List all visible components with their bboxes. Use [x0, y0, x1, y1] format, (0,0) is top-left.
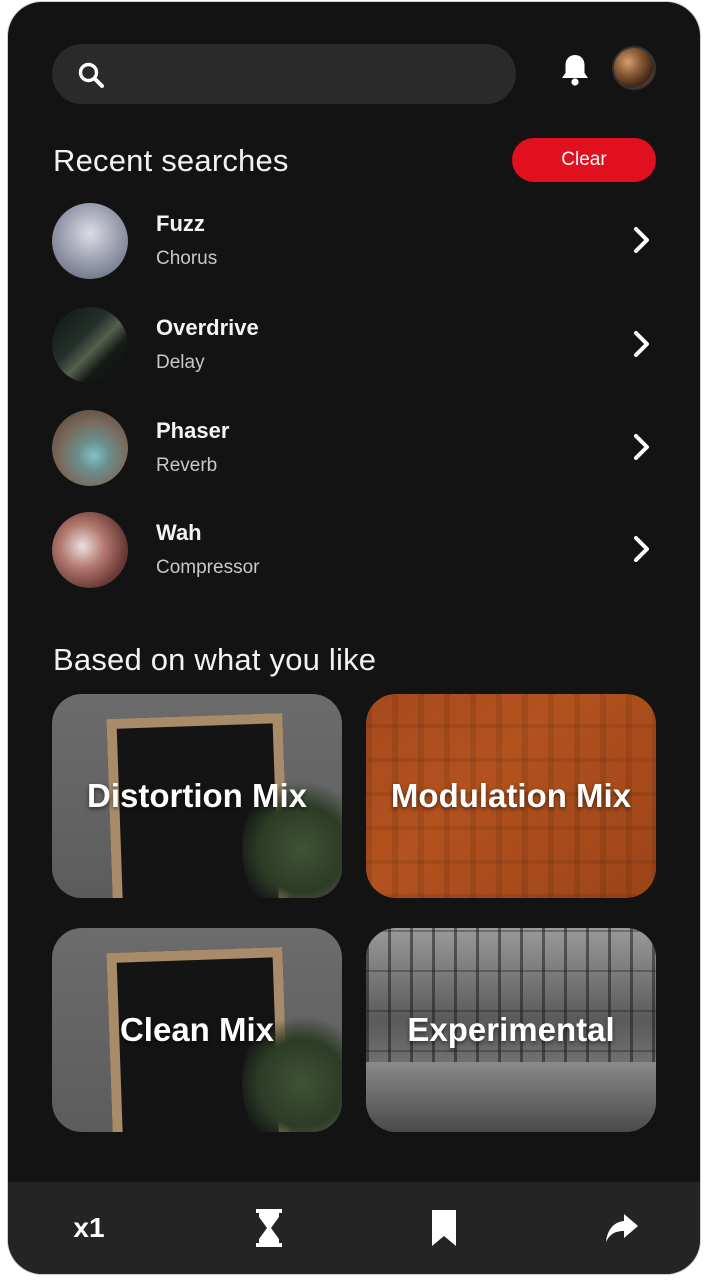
mix-card[interactable]: Distortion Mix	[52, 694, 342, 898]
mix-card-label: Experimental	[407, 1011, 615, 1048]
recent-item-subtitle: Chorus	[156, 248, 218, 269]
recent-item[interactable]: Phaser Reverb	[52, 410, 656, 486]
recent-searches-title: Recent searches	[53, 143, 289, 178]
recent-item-title: Phaser	[156, 418, 230, 443]
recent-thumbnail	[52, 203, 128, 279]
mix-card-label: Distortion Mix	[87, 777, 307, 814]
recent-item-title: Wah	[156, 520, 202, 545]
recent-item[interactable]: Fuzz Chorus	[52, 203, 656, 279]
mix-card-label: Clean Mix	[119, 1011, 275, 1048]
recent-item-subtitle: Reverb	[156, 455, 218, 476]
recent-thumbnail	[52, 410, 128, 486]
recent-item-title: Fuzz	[156, 211, 205, 236]
search-icon	[76, 60, 106, 90]
search-input[interactable]	[118, 44, 498, 104]
recent-thumbnail	[52, 307, 128, 383]
recent-item-subtitle: Compressor	[156, 557, 260, 578]
recent-item-subtitle: Delay	[156, 352, 205, 373]
search-bar[interactable]	[52, 44, 516, 104]
recent-item-title: Overdrive	[156, 315, 259, 340]
avatar[interactable]	[612, 46, 656, 90]
bottom-toolbar: x1	[8, 1182, 700, 1274]
chevron-right-icon[interactable]	[630, 432, 654, 462]
hourglass-icon[interactable]	[254, 1208, 284, 1248]
chevron-right-icon[interactable]	[630, 534, 654, 564]
mix-card[interactable]: Modulation Mix	[366, 694, 656, 898]
bell-icon[interactable]	[558, 52, 592, 88]
mix-card-label: Modulation Mix	[390, 777, 632, 814]
recent-thumbnail	[52, 512, 128, 588]
recent-item[interactable]: Overdrive Delay	[52, 307, 656, 383]
bookmark-icon[interactable]	[429, 1208, 459, 1248]
mix-card[interactable]: Experimental	[366, 928, 656, 1132]
app-screen: Recent searches Clear Fuzz Chorus Overdr…	[8, 2, 700, 1274]
playback-speed-button[interactable]: x1	[66, 1208, 112, 1248]
chevron-right-icon[interactable]	[630, 329, 654, 359]
share-icon[interactable]	[602, 1208, 642, 1248]
mix-card[interactable]: Clean Mix	[52, 928, 342, 1132]
clear-button[interactable]: Clear	[512, 138, 656, 182]
chevron-right-icon[interactable]	[630, 225, 654, 255]
recommendations-title: Based on what you like	[53, 642, 377, 677]
recent-item[interactable]: Wah Compressor	[52, 512, 656, 588]
